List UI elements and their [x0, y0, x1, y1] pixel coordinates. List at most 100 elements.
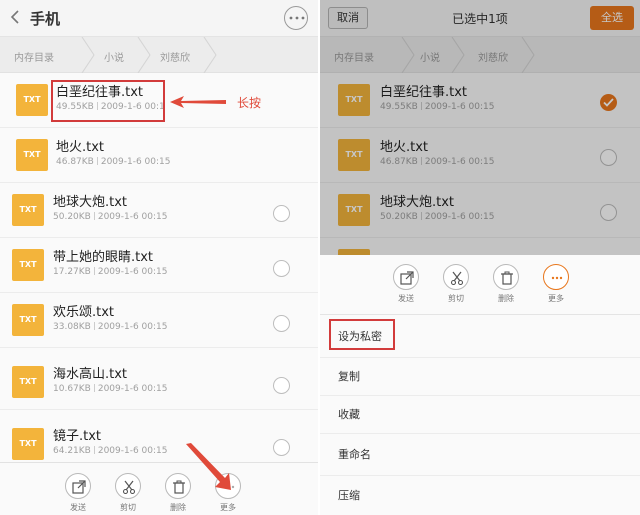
- breadcrumb-item-novels[interactable]: 小说: [420, 49, 440, 64]
- file-row[interactable]: TXT 地球大炮.txt 50.20KB 2009-1-6 00:15: [320, 184, 640, 238]
- meta-divider: [93, 267, 95, 275]
- file-date: 2009-1-6 00:15: [97, 322, 168, 332]
- breadcrumb: 内存目录 小说 刘慈欣: [0, 37, 318, 73]
- action-sheet: 发送 剪切 删除 更多 设为私密 复制 收藏 重命名 压缩: [320, 255, 640, 515]
- file-name: 欢乐颂.txt: [53, 305, 115, 320]
- breadcrumb-item-author[interactable]: 刘慈欣: [160, 49, 190, 64]
- select-checkbox[interactable]: [273, 439, 290, 456]
- top-bar: 手机: [0, 0, 318, 37]
- checkmark-icon: [603, 98, 614, 107]
- meta-divider: [420, 157, 422, 165]
- file-meta: 49.55KB 2009-1-6 00:15: [380, 102, 495, 112]
- select-checkbox[interactable]: [273, 377, 290, 394]
- select-checkbox[interactable]: [600, 204, 617, 221]
- send-button[interactable]: 发送: [386, 264, 426, 304]
- file-meta: 64.21KB 2009-1-6 00:15: [53, 446, 168, 456]
- file-date: 2009-1-6 00:15: [424, 212, 495, 222]
- menu-item-rename[interactable]: 重命名: [320, 434, 640, 476]
- file-row[interactable]: TXT 地火.txt 46.87KB 2009-1-6 00:15: [320, 129, 640, 183]
- more-label: 更多: [220, 503, 236, 512]
- trash-icon: [493, 264, 519, 290]
- file-row-selected[interactable]: TXT 白垩纪往事.txt 49.55KB 2009-1-6 00:15: [320, 74, 640, 128]
- more-icon: [543, 264, 569, 290]
- scissors-icon: [443, 264, 469, 290]
- file-name: 镜子.txt: [53, 429, 102, 444]
- file-date: 2009-1-6 00:15: [424, 157, 495, 167]
- page-title: 手机: [30, 10, 61, 28]
- right-screen: 已选中1项 取消 全选 内存目录 小说 刘慈欣 TXT 白垩纪往事.txt 49…: [320, 0, 640, 515]
- bottom-toolbar: 发送 剪切 删除 更多: [0, 462, 318, 515]
- file-date: 2009-1-6 00:15: [97, 267, 168, 277]
- meta-divider: [93, 384, 95, 392]
- select-all-button[interactable]: 全选: [590, 6, 634, 30]
- txt-file-icon: TXT: [16, 84, 48, 116]
- breadcrumb-separator-icon: [203, 37, 217, 73]
- meta-divider: [93, 446, 95, 454]
- meta-divider: [93, 322, 95, 330]
- breadcrumb-separator-icon: [401, 37, 415, 73]
- cut-button[interactable]: 剪切: [436, 264, 476, 304]
- file-row[interactable]: TXT 欢乐颂.txt 33.08KB 2009-1-6 00:15: [0, 294, 318, 348]
- send-label: 发送: [398, 294, 414, 303]
- send-button[interactable]: 发送: [58, 473, 98, 513]
- file-size: 17.27KB: [53, 267, 91, 277]
- breadcrumb-item-root[interactable]: 内存目录: [14, 49, 54, 64]
- more-button[interactable]: 更多: [536, 264, 576, 304]
- action-toolbar: 发送 剪切 删除 更多: [320, 255, 640, 315]
- breadcrumb-item-author[interactable]: 刘慈欣: [478, 49, 508, 64]
- file-date: 2009-1-6 00:15: [100, 157, 171, 167]
- send-label: 发送: [70, 503, 86, 512]
- breadcrumb-separator-icon: [451, 37, 465, 73]
- txt-file-icon: TXT: [338, 84, 370, 116]
- delete-label: 删除: [498, 294, 514, 303]
- breadcrumb-item-root[interactable]: 内存目录: [334, 49, 374, 64]
- txt-file-icon: TXT: [12, 366, 44, 398]
- cut-label: 剪切: [120, 503, 136, 512]
- menu-item-copy[interactable]: 复制: [320, 358, 640, 396]
- pointer-arrow-icon: [186, 443, 231, 490]
- file-name: 白垩纪往事.txt: [380, 85, 468, 100]
- file-meta: 50.20KB 2009-1-6 00:15: [380, 212, 495, 222]
- back-arrow-icon[interactable]: [6, 6, 26, 28]
- file-meta: 46.87KB 2009-1-6 00:15: [56, 157, 171, 167]
- breadcrumb-separator-icon: [521, 37, 535, 73]
- select-checkbox[interactable]: [273, 260, 290, 277]
- ellipsis-icon: [289, 16, 305, 20]
- menu-item-favorite[interactable]: 收藏: [320, 396, 640, 434]
- file-size: 10.67KB: [53, 384, 91, 394]
- delete-button[interactable]: 删除: [486, 264, 526, 304]
- meta-divider: [96, 157, 98, 165]
- checked-checkbox[interactable]: [600, 94, 617, 111]
- file-date: 2009-1-6 00:15: [97, 212, 168, 222]
- select-checkbox[interactable]: [273, 315, 290, 332]
- share-icon: [393, 264, 419, 290]
- file-date: 2009-1-6 00:15: [97, 384, 168, 394]
- menu-item-compress[interactable]: 压缩: [320, 476, 640, 515]
- cut-label: 剪切: [448, 294, 464, 303]
- file-row[interactable]: TXT 地球大炮.txt 50.20KB 2009-1-6 00:15: [0, 184, 318, 238]
- cancel-button[interactable]: 取消: [328, 7, 368, 29]
- select-checkbox[interactable]: [273, 205, 290, 222]
- delete-label: 删除: [170, 503, 186, 512]
- file-size: 50.20KB: [53, 212, 91, 222]
- file-date: 2009-1-6 00:15: [97, 446, 168, 456]
- left-screen: 手机 内存目录 小说 刘慈欣 TXT 白垩纪往事.txt 49.55KB 2009…: [0, 0, 318, 515]
- file-row[interactable]: TXT 带上她的眼睛.txt 17.27KB 2009-1-6 00:15: [0, 239, 318, 293]
- txt-file-icon: TXT: [16, 139, 48, 171]
- file-row[interactable]: TXT 地火.txt 46.87KB 2009-1-6 00:15: [0, 129, 318, 183]
- more-label: 更多: [548, 294, 564, 303]
- file-name: 地火.txt: [56, 140, 105, 155]
- breadcrumb-item-novels[interactable]: 小说: [104, 49, 124, 64]
- meta-divider: [420, 102, 422, 110]
- cut-button[interactable]: 剪切: [108, 473, 148, 513]
- txt-file-icon: TXT: [338, 139, 370, 171]
- file-meta: 33.08KB 2009-1-6 00:15: [53, 322, 168, 332]
- select-checkbox[interactable]: [600, 149, 617, 166]
- more-options-button[interactable]: [284, 6, 308, 30]
- arrow-left-icon: [170, 96, 226, 108]
- share-icon: [65, 473, 91, 499]
- txt-file-icon: TXT: [12, 428, 44, 460]
- file-name: 海水高山.txt: [53, 367, 128, 382]
- scissors-icon: [115, 473, 141, 499]
- file-row[interactable]: TXT 海水高山.txt 10.67KB 2009-1-6 00:15: [0, 356, 318, 410]
